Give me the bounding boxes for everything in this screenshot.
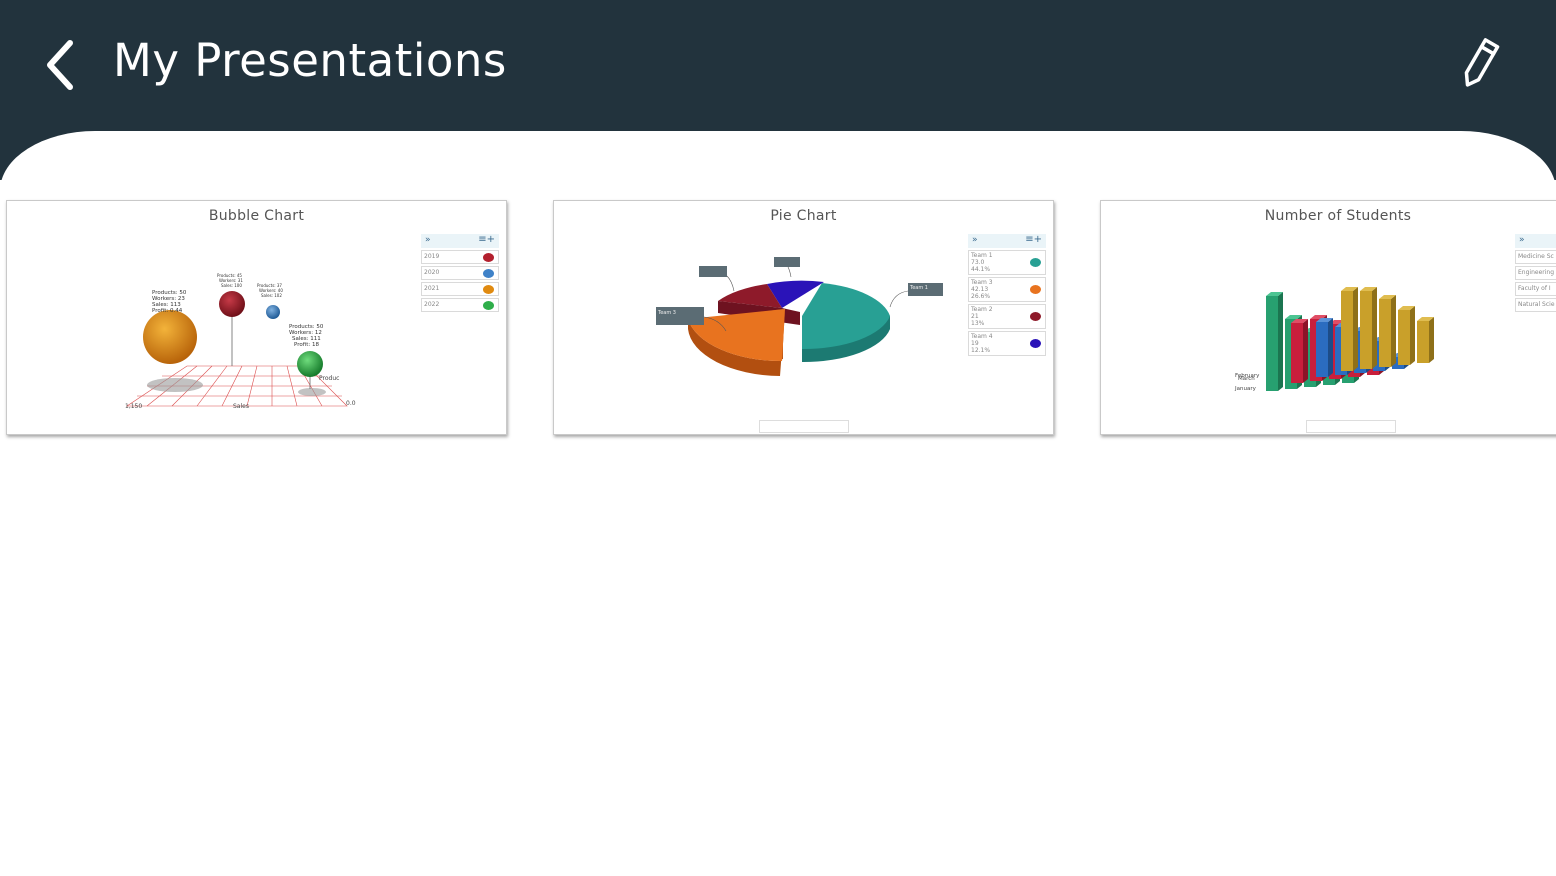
students-chart-thumbnail: March February January bbox=[1234, 287, 1434, 392]
legend: » Medicine Sc Engineering Faculty of I N… bbox=[1515, 234, 1556, 312]
legend-item: 2021 bbox=[421, 282, 499, 296]
bar-15 bbox=[1341, 291, 1353, 371]
chevron-left-icon bbox=[47, 40, 73, 90]
legend-item: Team 4 19 12.1% bbox=[968, 331, 1046, 356]
axis-right-label: 0.0 bbox=[346, 400, 356, 407]
svg-text:Sales: 100: Sales: 100 bbox=[221, 283, 242, 288]
back-button[interactable] bbox=[38, 36, 84, 94]
legend-item: 2019 bbox=[421, 250, 499, 264]
bar-19 bbox=[1417, 321, 1429, 363]
watermark bbox=[1306, 420, 1396, 433]
legend-item: Engineering bbox=[1515, 266, 1556, 280]
axis-x-label: Sales bbox=[233, 403, 249, 410]
axis-label-january: January bbox=[1234, 386, 1257, 392]
legend-item: Faculty of I bbox=[1515, 282, 1556, 296]
bar-10 bbox=[1316, 322, 1328, 377]
bar-17 bbox=[1379, 299, 1391, 367]
pencil-icon bbox=[1464, 38, 1500, 87]
legend: » ≡+ Team 1 73.0 44.1% Team 3 42.13 26.6% Tea… bbox=[968, 234, 1046, 356]
legend-item: Team 2 21 13% bbox=[968, 304, 1046, 329]
legend-item: Team 1 73.0 44.1% bbox=[968, 250, 1046, 275]
legend-item: Natural Scie bbox=[1515, 298, 1556, 312]
callout-team3: Team 3 bbox=[657, 310, 676, 316]
legend-item: Team 3 42.13 26.6% bbox=[968, 277, 1046, 302]
presentation-card-bubble[interactable]: Bubble Chart Products: 50 Workers: 23 Sa… bbox=[6, 200, 507, 435]
svg-text:Profit: 18: Profit: 18 bbox=[294, 342, 319, 348]
presentation-card-pie[interactable]: Pie Chart Team 3 Team 1 » ≡+ Team 1 73.0 44… bbox=[553, 200, 1054, 435]
bar-16 bbox=[1360, 291, 1372, 369]
axis-left-label: 1,150 bbox=[125, 403, 142, 410]
legend-item: 2020 bbox=[421, 266, 499, 280]
watermark bbox=[759, 420, 849, 433]
bar-0 bbox=[1266, 296, 1278, 391]
page-title: My Presentations bbox=[113, 34, 507, 87]
bar-5 bbox=[1291, 323, 1303, 383]
svg-text:Sales: 102: Sales: 102 bbox=[261, 293, 282, 298]
svg-text:Profit: 0.44: Profit: 0.44 bbox=[152, 308, 183, 314]
legend: » ≡+ 2019 2020 2021 2022 bbox=[421, 234, 499, 312]
callout-team1: Team 1 bbox=[909, 285, 928, 291]
edit-button[interactable] bbox=[1452, 36, 1506, 94]
legend-item: 2022 bbox=[421, 298, 499, 312]
axis-label-february: February bbox=[1235, 373, 1260, 379]
presentation-card-students[interactable]: Number of Students March February Januar… bbox=[1100, 200, 1556, 435]
axis-side-label: Produc bbox=[319, 375, 339, 382]
legend-item: Medicine Sc bbox=[1515, 250, 1556, 264]
bar-18 bbox=[1398, 310, 1410, 365]
